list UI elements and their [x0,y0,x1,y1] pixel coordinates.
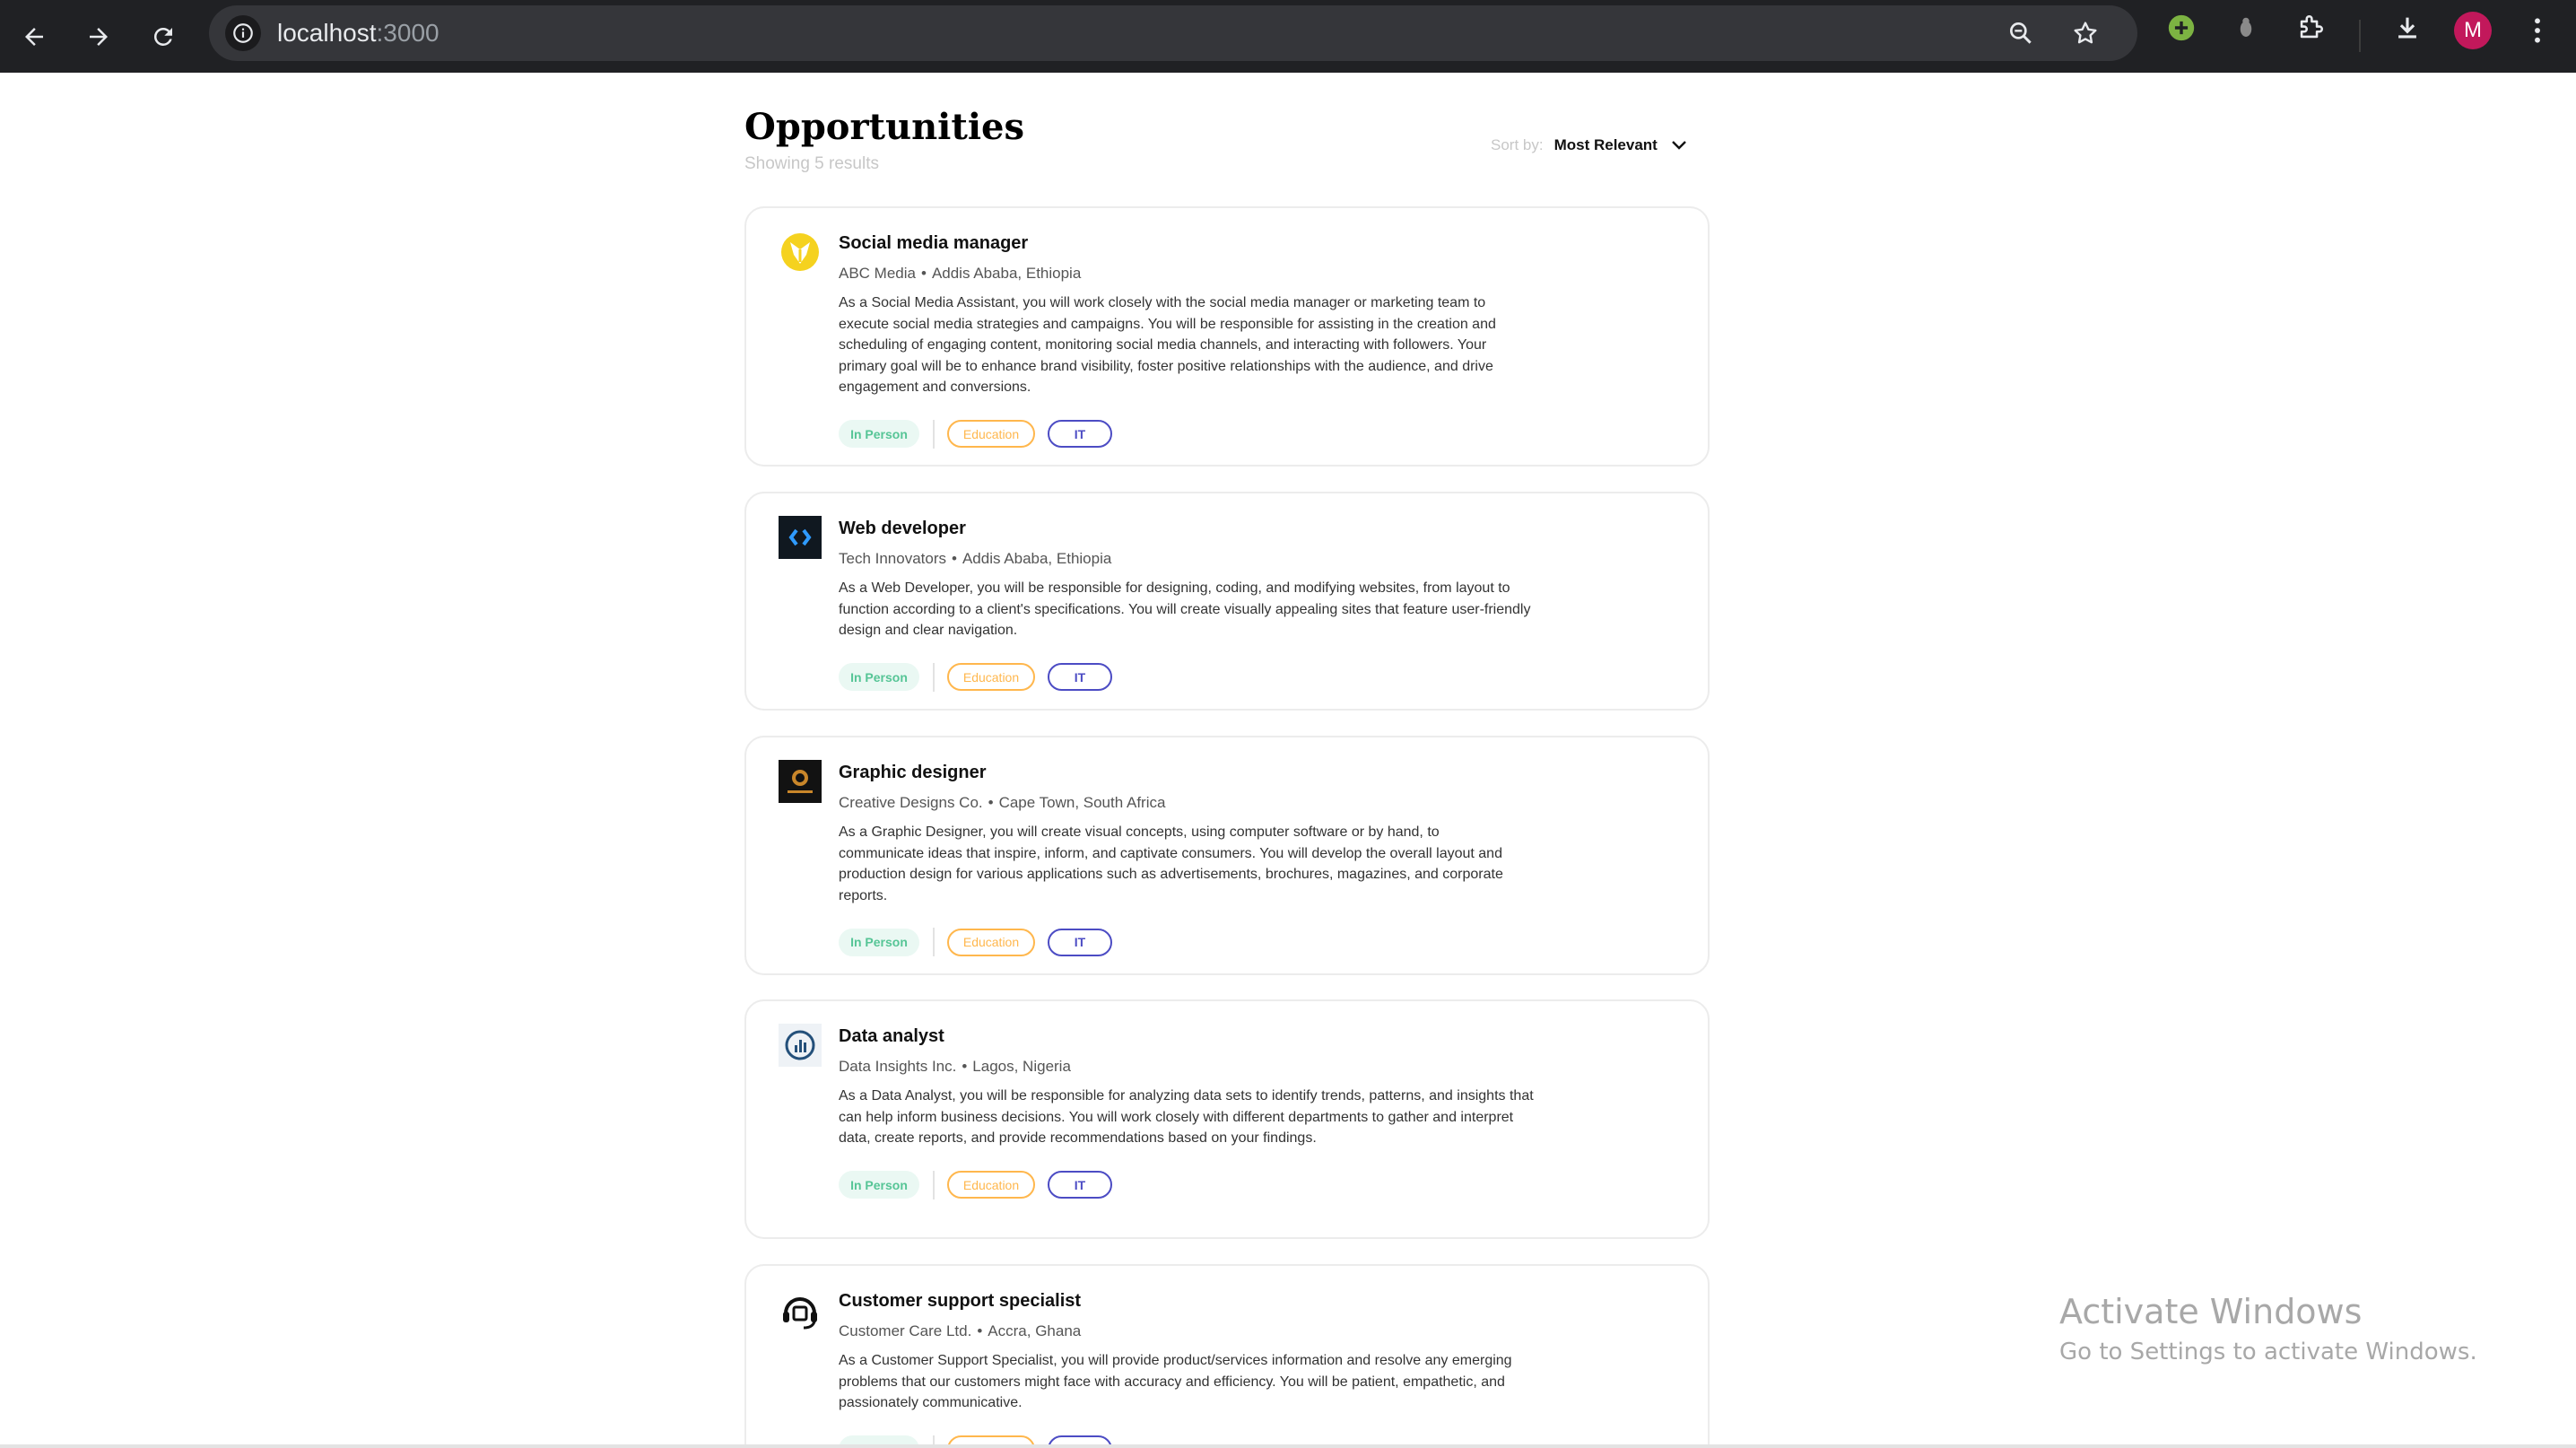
results-count: Showing 5 results [744,154,879,173]
tag-divider [933,662,935,692]
sort-label: Sort by: [1491,136,1544,153]
job-title[interactable]: Graphic designer [839,759,1520,786]
job-location: Cape Town, South Africa [998,794,1166,811]
job-description: As a Graphic Designer, you will create v… [839,824,1503,903]
job-description: As a Data Analyst, you will be responsib… [839,1088,1534,1147]
forward-arrow-icon[interactable] [81,19,117,55]
activate-windows-watermark: Activate Windows Go to Settings to activ… [2059,1292,2477,1365]
site-info-icon[interactable] [225,15,261,51]
tag-education: Education [947,928,1035,956]
tag-it: IT [1048,420,1112,449]
job-card-body: Data analyst Data Insights Inc. • Lagos, N… [839,1023,1538,1199]
job-card-body: Social media manager ABC Media • Addis Aba… [839,230,1520,449]
tag-education: Education [947,663,1035,692]
window-bottom-edge [0,1444,2576,1448]
job-card-body: Web developer Tech Innovators • Addis Abab… [839,515,1538,692]
extension-plus-icon[interactable] [2165,12,2197,44]
tag-divider [933,419,935,449]
job-card[interactable]: Data analyst Data Insights Inc. • Lagos, N… [744,999,1710,1239]
tag-in-person: In Person [839,928,919,956]
tag-in-person: In Person [839,420,919,449]
company-name: ABC Media [839,265,916,282]
job-tags: In Person Education IT [839,928,1520,957]
job-location: Addis Ababa, Ethiopia [962,550,1112,567]
job-meta: ABC Media • Addis Ababa, Ethiopia [839,265,1082,282]
job-card[interactable]: Customer support specialist Customer Car… [744,1264,1710,1448]
tag-in-person: In Person [839,1171,919,1199]
job-location: Accra, Ghana [988,1322,1082,1339]
tag-education: Education [947,420,1035,449]
company-logo [778,230,822,275]
page-title: Opportunities [744,106,1025,148]
company-name: Creative Designs Co. [839,794,983,811]
company-name: Data Insights Inc. [839,1058,957,1075]
job-meta: Tech Innovators • Addis Ababa, Ethiopia [839,550,1112,567]
job-meta: Data Insights Inc. • Lagos, Nigeria [839,1058,1071,1075]
address-bar[interactable]: localhost:3000 [209,5,2137,61]
watermark-title: Activate Windows [2059,1292,2363,1331]
url-text: localhost:3000 [277,19,439,47]
job-title[interactable]: Customer support specialist [839,1287,1538,1314]
job-title[interactable]: Data analyst [839,1023,1538,1050]
company-name: Customer Care Ltd. [839,1322,972,1339]
extension-bug-icon[interactable] [2230,12,2262,44]
job-title[interactable]: Social media manager [839,230,1520,257]
job-card[interactable]: Web developer Tech Innovators • Addis Abab… [744,492,1710,711]
tag-in-person: In Person [839,663,919,692]
browser-menu-icon[interactable] [2522,13,2553,48]
job-tags: In Person Education IT [839,662,1538,692]
tag-it: IT [1048,1171,1112,1199]
job-card[interactable]: Graphic designer Creative Designs Co. • Ca… [744,736,1710,975]
company-logo [778,1023,822,1068]
tag-it: IT [1048,928,1112,956]
back-arrow-icon[interactable] [16,19,52,55]
company-name: Tech Innovators [839,550,947,567]
job-title[interactable]: Web developer [839,515,1538,542]
tag-divider [933,928,935,957]
chevron-down-icon[interactable] [1668,135,1690,156]
company-logo [778,759,822,804]
browser-toolbar: localhost:3000 M [0,0,2576,73]
company-logo [778,1287,822,1332]
reload-icon[interactable] [145,19,181,55]
bookmark-star-icon[interactable] [2067,15,2103,51]
extensions-puzzle-icon[interactable] [2294,12,2327,44]
job-meta: Customer Care Ltd. • Accra, Ghana [839,1322,1082,1339]
job-description: As a Customer Support Specialist, you wi… [839,1353,1512,1411]
watermark-subtitle: Go to Settings to activate Windows. [2059,1339,2477,1365]
sort-value[interactable]: Most Relevant [1554,136,1658,154]
job-meta: Creative Designs Co. • Cape Town, South Af… [839,794,1166,811]
job-description: As a Social Media Assistant, you will wo… [839,295,1496,396]
company-logo [778,515,822,560]
job-tags: In Person Education IT [839,1170,1538,1199]
download-icon[interactable] [2391,12,2424,44]
toolbar-divider [2359,20,2361,52]
zoom-icon[interactable] [2003,15,2039,51]
sort-dropdown[interactable]: Sort by: Most Relevant [1491,135,1690,156]
tag-divider [933,1170,935,1199]
job-location: Lagos, Nigeria [972,1058,1071,1075]
tag-it: IT [1048,663,1112,692]
tag-education: Education [947,1171,1035,1199]
job-card[interactable]: Social media manager ABC Media • Addis Aba… [744,206,1710,467]
job-location: Addis Ababa, Ethiopia [931,265,1082,282]
profile-avatar[interactable]: M [2454,12,2492,49]
job-card-body: Customer support specialist Customer Car… [839,1287,1538,1448]
job-tags: In Person Education IT [839,419,1520,449]
job-card-body: Graphic designer Creative Designs Co. • Ca… [839,759,1520,957]
job-description: As a Web Developer, you will be responsi… [839,580,1531,639]
